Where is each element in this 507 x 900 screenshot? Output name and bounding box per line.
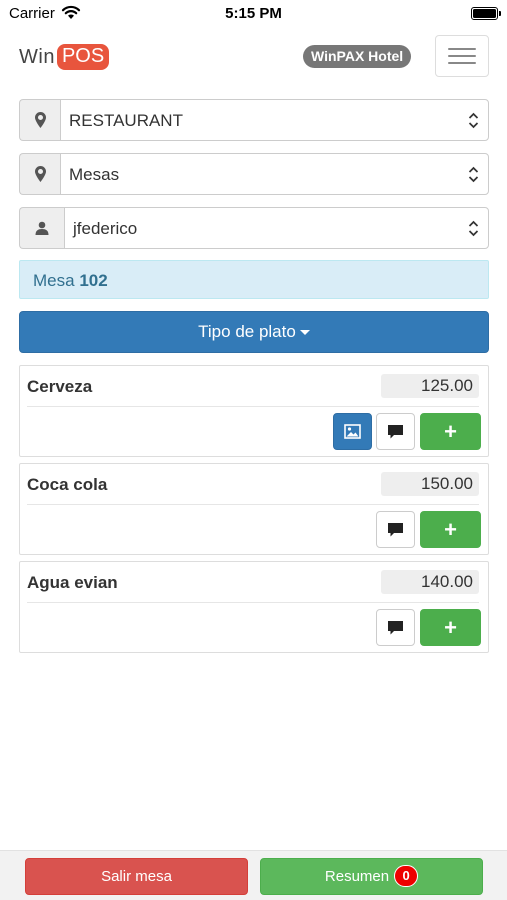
logo-text-pos: POS [56, 44, 110, 70]
user-select-group: jfederico [19, 207, 489, 249]
hamburger-icon-bar [448, 55, 476, 57]
product-name: Cerveza [27, 377, 93, 396]
hotel-badge: WinPAX Hotel [303, 45, 412, 68]
select-arrows-icon [468, 166, 479, 183]
footer-bar: Salir mesa Resumen 0 [0, 850, 507, 900]
summary-count-badge: 0 [394, 865, 419, 888]
area-select-value: RESTAURANT [69, 111, 183, 130]
summary-button[interactable]: Resumen 0 [260, 858, 483, 895]
comment-button[interactable] [376, 413, 415, 450]
user-select[interactable]: jfederico [64, 207, 489, 249]
product-price: 125.00 [381, 374, 479, 398]
section-select-group: Mesas [19, 153, 489, 195]
menu-button[interactable] [435, 35, 489, 77]
comment-button[interactable] [376, 609, 415, 646]
select-arrows-icon [468, 220, 479, 237]
select-arrows-icon [468, 112, 479, 129]
user-select-value: jfederico [73, 219, 138, 238]
map-marker-icon [19, 99, 60, 141]
area-select[interactable]: RESTAURANT [60, 99, 489, 141]
dish-type-label: Tipo de plato [198, 322, 296, 341]
app-logo: Win POS [19, 42, 110, 72]
add-product-button[interactable]: + [420, 413, 481, 450]
user-icon [19, 207, 64, 249]
product-price: 140.00 [381, 570, 479, 594]
add-product-button[interactable]: + [420, 609, 481, 646]
area-select-group: RESTAURANT [19, 99, 489, 141]
comment-icon [388, 620, 403, 634]
divider [27, 504, 479, 505]
comment-icon [388, 424, 403, 438]
map-marker-icon [19, 153, 60, 195]
hamburger-icon-bar [448, 48, 476, 50]
exit-table-label: Salir mesa [101, 868, 172, 885]
table-info-alert: Mesa 102 [19, 260, 489, 299]
status-bar: Carrier 5:15 PM [0, 0, 507, 28]
section-select-value: Mesas [69, 165, 120, 184]
view-image-button[interactable] [333, 413, 372, 450]
comment-icon [388, 522, 403, 536]
logo-text-win: Win [19, 45, 55, 68]
product-name: Coca cola [27, 475, 108, 494]
divider [27, 602, 479, 603]
table-label: Mesa [33, 271, 75, 290]
plus-icon: + [444, 516, 457, 542]
summary-label: Resumen [324, 868, 390, 885]
battery-icon [471, 7, 501, 20]
plus-icon: + [444, 614, 457, 640]
plus-icon: + [444, 418, 457, 444]
hamburger-icon-bar [448, 62, 476, 64]
picture-icon [344, 424, 361, 439]
table-number: 102 [79, 271, 108, 290]
section-select[interactable]: Mesas [60, 153, 489, 195]
comment-button[interactable] [376, 511, 415, 548]
product-price: 150.00 [381, 472, 479, 496]
clock: 5:15 PM [225, 5, 282, 22]
add-product-button[interactable]: + [420, 511, 481, 548]
divider [27, 406, 479, 407]
product-card: Agua evian 140.00 + [19, 561, 489, 653]
dish-type-dropdown-button[interactable]: Tipo de plato [19, 311, 489, 353]
caret-down-icon [299, 330, 310, 336]
exit-table-button[interactable]: Salir mesa [25, 858, 248, 895]
product-card: Coca cola 150.00 + [19, 463, 489, 555]
app-header: Win POS WinPAX Hotel [0, 30, 507, 82]
product-card: Cerveza 125.00 + [19, 365, 489, 457]
product-name: Agua evian [27, 573, 118, 592]
